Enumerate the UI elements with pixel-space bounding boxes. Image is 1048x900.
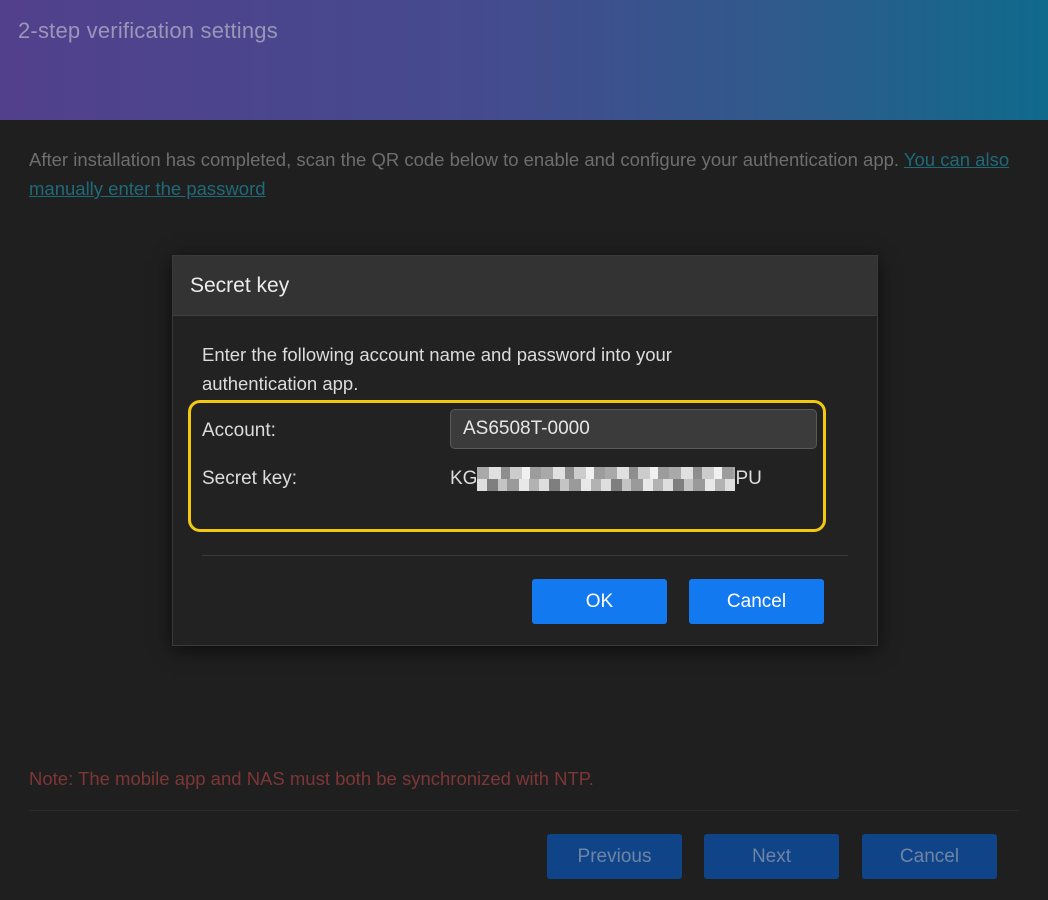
secret-key-dialog: Secret key Enter the following account n…	[172, 255, 878, 646]
intro-text-body: After installation has completed, scan t…	[29, 149, 904, 170]
wizard-cancel-button[interactable]: Cancel	[862, 834, 997, 879]
account-field[interactable]	[450, 409, 817, 449]
dialog-header: Secret key	[173, 256, 877, 316]
footer-divider	[29, 810, 1019, 811]
secret-key-prefix: KG	[450, 468, 478, 489]
previous-button[interactable]: Previous	[547, 834, 682, 879]
next-button[interactable]: Next	[704, 834, 839, 879]
page-title: 2-step verification settings	[18, 18, 278, 43]
dialog-title: Secret key	[190, 274, 290, 297]
secret-key-redaction	[477, 467, 736, 491]
account-label: Account:	[202, 420, 276, 441]
secret-key-suffix: PU	[735, 468, 762, 489]
secret-key-label: Secret key:	[202, 468, 298, 489]
dialog-divider	[202, 555, 848, 556]
ok-button[interactable]: OK	[532, 579, 667, 624]
dialog-description: Enter the following account name and pas…	[202, 344, 672, 394]
dialog-cancel-button[interactable]: Cancel	[689, 579, 824, 624]
intro-text: After installation has completed, scan t…	[29, 145, 1024, 203]
header-banner: 2-step verification settings	[0, 0, 1048, 120]
secret-key-value: KG PU	[450, 466, 762, 492]
ntp-note: Note: The mobile app and NAS must both b…	[29, 768, 594, 789]
